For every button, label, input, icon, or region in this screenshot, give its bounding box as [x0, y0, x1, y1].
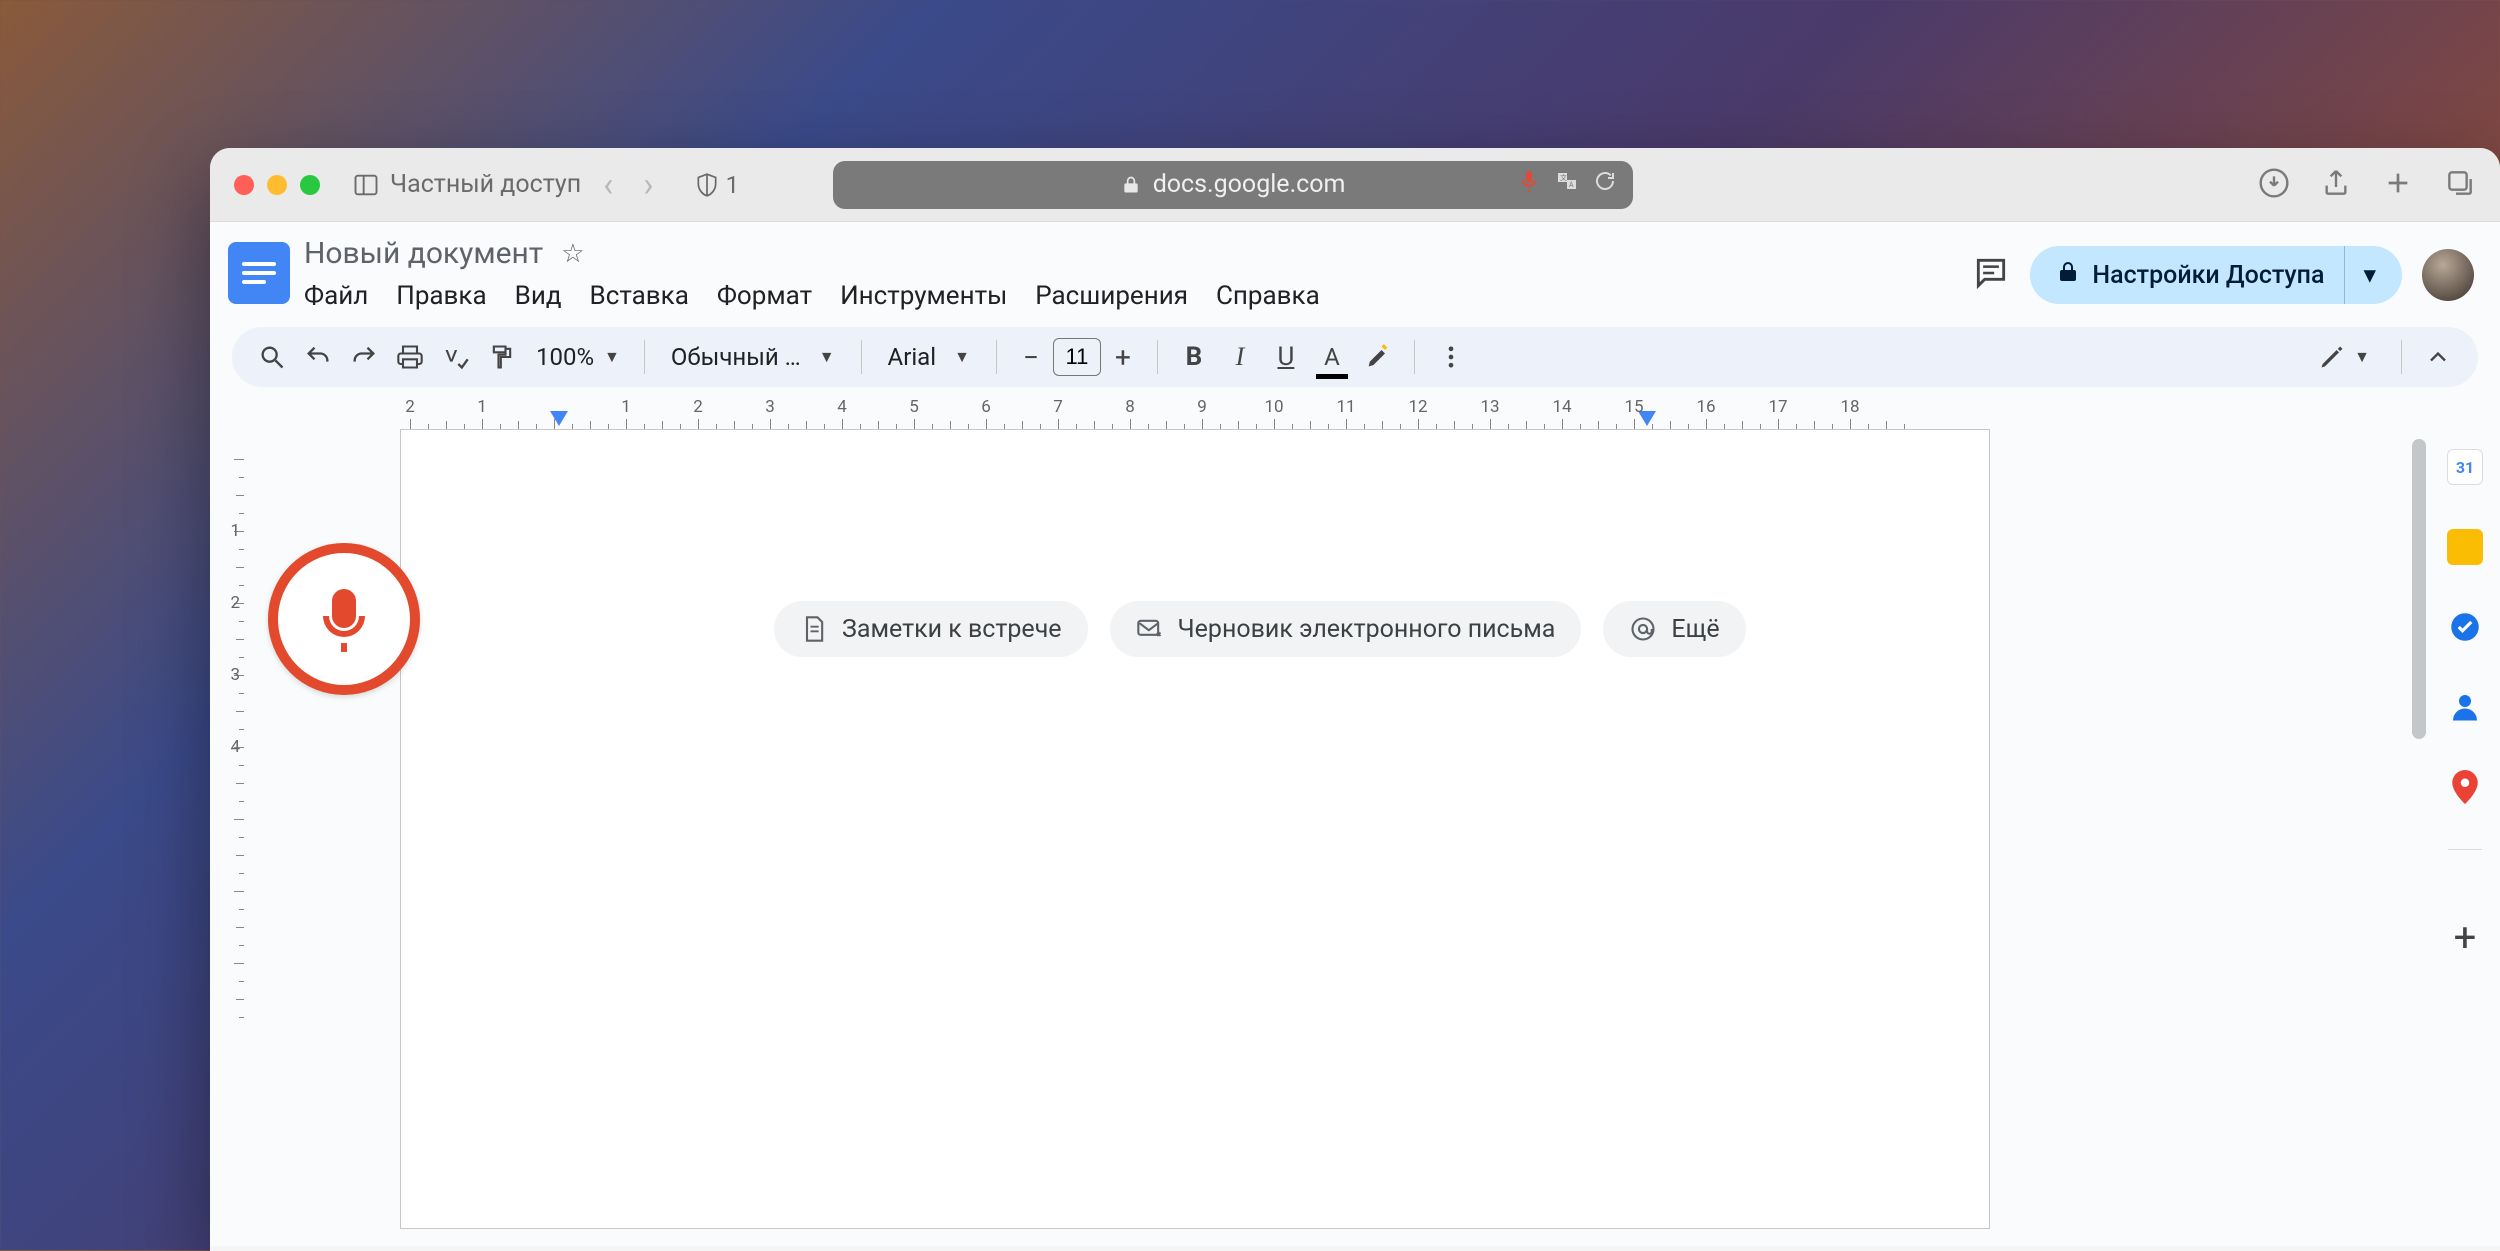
window-controls	[234, 175, 320, 195]
search-menus-button[interactable]	[252, 337, 292, 377]
print-button[interactable]	[390, 337, 430, 377]
private-browsing-badge: Частный доступ	[352, 170, 581, 199]
horizontal-ruler[interactable]: 21123456789101112131415161718	[400, 397, 2428, 429]
url-tools: 文A	[1517, 169, 1617, 200]
zoom-select[interactable]: 100%▼	[528, 343, 628, 371]
browser-actions	[2258, 167, 2476, 203]
menu-format[interactable]: Формат	[717, 277, 812, 315]
contacts-app[interactable]	[2447, 689, 2483, 725]
downloads-icon[interactable]	[2258, 167, 2290, 203]
email-icon	[1136, 615, 1164, 643]
nav-back[interactable]: ‹	[595, 165, 621, 205]
toolbar: 100%▼ Обычный …▼ Arial▼ − + B I U A ▼	[210, 315, 2500, 387]
docs-logo[interactable]	[228, 242, 290, 304]
undo-button[interactable]	[298, 337, 338, 377]
svg-text:文: 文	[1560, 173, 1567, 182]
docs-header: Новый документ ☆ Файл Правка Вид Вставка…	[210, 222, 2500, 315]
italic-button[interactable]: I	[1220, 337, 1260, 377]
decrease-font-size[interactable]: −	[1013, 339, 1049, 375]
tracker-shield[interactable]: 1	[694, 171, 740, 199]
reload-icon[interactable]	[1593, 169, 1617, 200]
nav-forward[interactable]: ›	[635, 165, 661, 205]
tracker-count: 1	[726, 171, 740, 199]
font-select[interactable]: Arial▼	[878, 343, 980, 371]
menu-extensions[interactable]: Расширения	[1035, 277, 1188, 315]
collapse-toolbar-button[interactable]	[2418, 337, 2458, 377]
menu-help[interactable]: Справка	[1216, 277, 1320, 315]
paragraph-style-select[interactable]: Обычный …▼	[661, 343, 845, 371]
vertical-ruler[interactable]: 1234	[210, 429, 244, 1246]
browser-window: Частный доступ ‹ › 1 docs.google.com 文A	[210, 148, 2500, 1251]
address-bar[interactable]: docs.google.com 文A	[833, 161, 1633, 209]
font-size-control: − +	[1013, 338, 1141, 376]
increase-font-size[interactable]: +	[1105, 339, 1141, 375]
translate-icon[interactable]: 文A	[1555, 169, 1579, 200]
paint-format-button[interactable]	[482, 337, 522, 377]
account-avatar[interactable]	[2422, 249, 2474, 301]
lock-icon	[2056, 260, 2080, 291]
chip-email-draft[interactable]: Черновик электронного письма	[1110, 601, 1582, 657]
tabs-icon[interactable]	[2444, 167, 2476, 203]
share-dropdown[interactable]: ▾	[2344, 246, 2392, 304]
calendar-app[interactable]: 31	[2447, 449, 2483, 485]
microphone-icon	[308, 583, 380, 655]
underline-button[interactable]: U	[1266, 337, 1306, 377]
tasks-app[interactable]	[2447, 609, 2483, 645]
share-label: Настройки Доступа	[2092, 261, 2324, 290]
editing-mode-button[interactable]: ▼	[2303, 342, 2385, 372]
document-page[interactable]	[400, 429, 1990, 1229]
text-color-button[interactable]: A	[1312, 337, 1352, 377]
chip-meeting-notes[interactable]: Заметки к встрече	[774, 601, 1088, 657]
bold-button[interactable]: B	[1174, 337, 1214, 377]
add-addon-button[interactable]: +	[2454, 914, 2477, 961]
maps-app[interactable]	[2447, 769, 2483, 805]
chevron-down-icon: ▼	[2354, 347, 2370, 367]
mic-icon[interactable]	[1517, 169, 1541, 200]
document-title[interactable]: Новый документ	[304, 236, 543, 271]
share-button[interactable]: Настройки Доступа ▾	[2030, 246, 2402, 304]
highlight-button[interactable]	[1358, 337, 1398, 377]
shield-icon	[694, 172, 720, 198]
menu-edit[interactable]: Правка	[396, 277, 486, 315]
new-tab-icon[interactable]	[2382, 167, 2414, 203]
keep-app[interactable]	[2447, 529, 2483, 565]
lock-icon	[1121, 175, 1141, 195]
chevron-down-icon: ▼	[954, 347, 970, 367]
vertical-scrollbar[interactable]	[2412, 439, 2426, 739]
close-window[interactable]	[234, 175, 254, 195]
horizontal-ruler-container: 21123456789101112131415161718	[210, 387, 2500, 429]
chevron-down-icon: ▼	[819, 347, 835, 367]
star-icon[interactable]: ☆	[561, 239, 584, 269]
private-label: Частный доступ	[390, 170, 581, 199]
side-panel: 31 +	[2430, 429, 2500, 1246]
menu-file[interactable]: Файл	[304, 277, 368, 315]
menu-tools[interactable]: Инструменты	[840, 277, 1007, 315]
voice-typing-button[interactable]	[268, 543, 420, 695]
minimize-window[interactable]	[267, 175, 287, 195]
template-chips: Заметки к встрече Черновик электронного …	[774, 601, 1746, 657]
redo-button[interactable]	[344, 337, 384, 377]
menu-insert[interactable]: Вставка	[590, 277, 689, 315]
more-tools-button[interactable]	[1431, 337, 1471, 377]
maximize-window[interactable]	[300, 175, 320, 195]
spellcheck-button[interactable]	[436, 337, 476, 377]
url-host: docs.google.com	[1153, 170, 1346, 199]
menu-view[interactable]: Вид	[515, 277, 562, 315]
pencil-icon	[2318, 343, 2346, 371]
chip-more[interactable]: Ещё	[1603, 601, 1745, 657]
browser-toolbar: Частный доступ ‹ › 1 docs.google.com 文A	[210, 148, 2500, 222]
font-size-input[interactable]	[1053, 338, 1101, 376]
at-icon	[1629, 615, 1657, 643]
comments-button[interactable]	[1972, 254, 2010, 296]
document-icon	[800, 615, 828, 643]
document-area: 1234 Заметки к встрече Черновик электрон…	[210, 429, 2500, 1246]
side-panel-separator	[2448, 849, 2482, 850]
chevron-down-icon: ▼	[604, 347, 620, 367]
svg-text:A: A	[1569, 181, 1574, 189]
sidebar-icon	[352, 171, 380, 199]
share-icon[interactable]	[2320, 167, 2352, 203]
left-indent-marker[interactable]	[550, 411, 568, 429]
menu-bar: Файл Правка Вид Вставка Формат Инструмен…	[304, 277, 1958, 315]
